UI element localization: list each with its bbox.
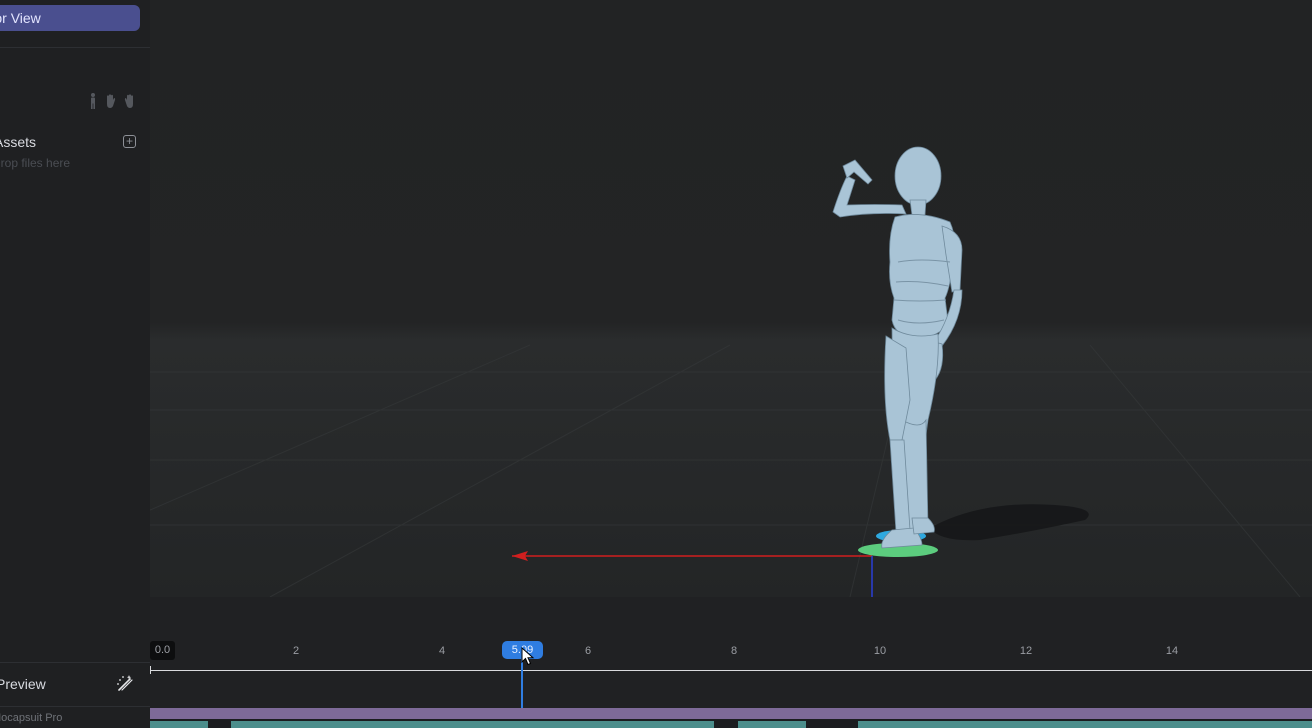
plus-square-icon[interactable]: + bbox=[123, 135, 136, 148]
timeline-track[interactable] bbox=[150, 670, 1312, 671]
sidebar-divider bbox=[0, 47, 150, 48]
clip-segment[interactable] bbox=[858, 721, 1312, 728]
3d-viewport[interactable] bbox=[150, 0, 1312, 597]
clip-segment[interactable] bbox=[150, 721, 208, 728]
right-hand-icon[interactable] bbox=[122, 92, 136, 110]
scene-canvas bbox=[150, 146, 1312, 597]
sidebar-divider bbox=[0, 706, 150, 707]
figure-shadow bbox=[930, 504, 1089, 541]
body-pose-icon[interactable] bbox=[86, 92, 100, 110]
tab-for-view-button[interactable]: Tab for View bbox=[0, 5, 140, 31]
floor-grid bbox=[150, 344, 1312, 597]
preview-label: Preview bbox=[0, 676, 46, 692]
timeline-panel[interactable]: 0.0 2 4 6 8 10 12 14 5.09 bbox=[150, 597, 1312, 728]
timeline-tick-label: 10 bbox=[873, 645, 887, 657]
tab-for-view-label: Tab for View bbox=[0, 10, 41, 26]
clip-segment[interactable] bbox=[231, 721, 714, 728]
assets-title: Assets bbox=[0, 134, 37, 150]
brand-label: Mocapsuit Pro bbox=[0, 712, 63, 724]
pose-icon-group bbox=[86, 92, 136, 110]
sidebar: Tab for View Assets + Drop files here Pr… bbox=[0, 0, 151, 728]
clip-segment[interactable] bbox=[738, 721, 806, 728]
clip-lane bbox=[150, 719, 1312, 728]
timeline-start-time: 0.0 bbox=[150, 641, 175, 660]
magic-wand-icon[interactable] bbox=[115, 673, 135, 693]
timeline-tick-label: 14 bbox=[1165, 645, 1179, 657]
mouse-cursor-icon bbox=[521, 647, 535, 666]
timeline-tick-label: 6 bbox=[584, 645, 592, 657]
left-hand-icon[interactable] bbox=[104, 92, 118, 110]
assets-drop-hint: Drop files here bbox=[0, 156, 71, 170]
timeline-tick-label: 4 bbox=[438, 645, 446, 657]
timeline-tick-label: 2 bbox=[292, 645, 300, 657]
timeline-tick-label: 12 bbox=[1019, 645, 1033, 657]
animation-clip-bar[interactable] bbox=[150, 708, 1312, 719]
sidebar-divider bbox=[0, 662, 150, 663]
timeline-tick-label: 8 bbox=[730, 645, 738, 657]
mannequin-figure bbox=[832, 146, 963, 549]
